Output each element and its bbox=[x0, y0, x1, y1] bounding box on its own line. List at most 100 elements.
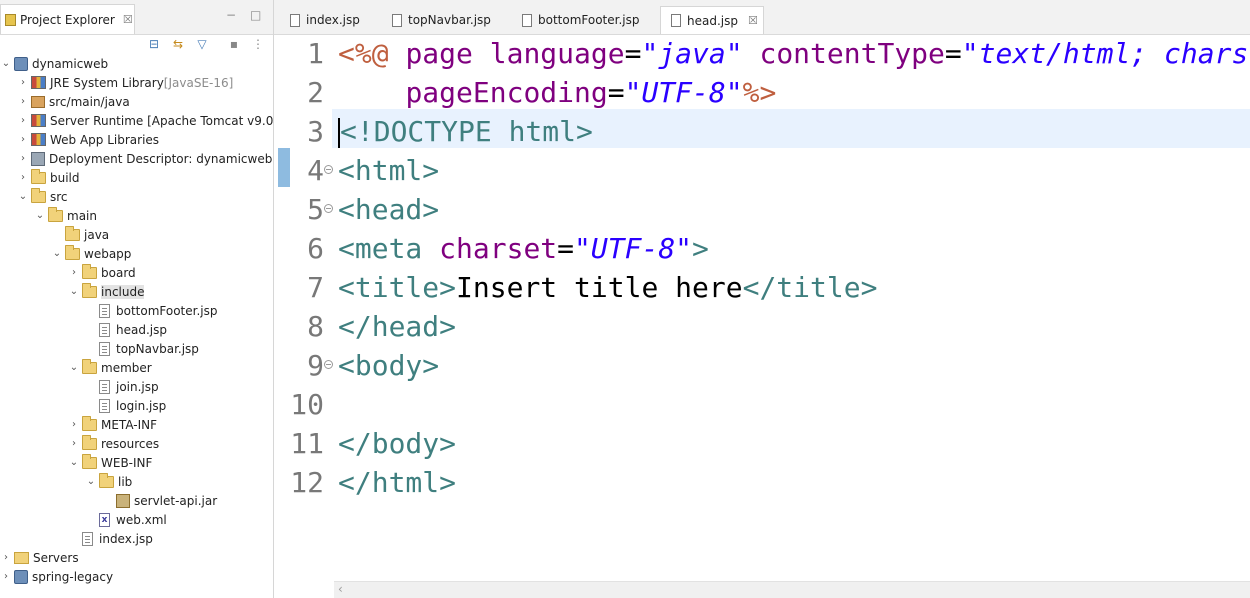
tree-item[interactable]: › JRE System Library [JavaSE-16] bbox=[17, 73, 233, 92]
folder-icon bbox=[82, 434, 97, 450]
expanded-arrow-icon[interactable]: ⌄ bbox=[0, 58, 12, 69]
tree-item-suffix: [JavaSE-16] bbox=[163, 75, 234, 90]
collapsed-arrow-icon[interactable]: › bbox=[17, 115, 29, 126]
tree-item[interactable]: ⌄ lib bbox=[85, 472, 132, 491]
tree-item[interactable]: › Server Runtime [Apache Tomcat v9.0] bbox=[17, 111, 273, 130]
maximize-icon[interactable]: □ bbox=[250, 8, 261, 22]
editor-tab-head[interactable]: head.jsp ☒ bbox=[660, 6, 764, 34]
code-line[interactable]: 6 <meta charset="UTF-8"> bbox=[274, 229, 1250, 268]
code-token: = bbox=[944, 37, 962, 70]
collapsed-arrow-icon[interactable]: › bbox=[17, 134, 29, 145]
collapse-all-icon[interactable]: ⊟ bbox=[146, 36, 162, 52]
expanded-arrow-icon[interactable]: ⌄ bbox=[51, 248, 63, 259]
fold-icon[interactable] bbox=[324, 204, 333, 213]
tree-item[interactable]: head.jsp bbox=[85, 320, 167, 339]
tree-item[interactable]: › src/main/java bbox=[17, 92, 130, 111]
fold-icon[interactable] bbox=[324, 165, 333, 174]
tree-item[interactable]: ⌄ src bbox=[17, 187, 68, 206]
expanded-arrow-icon[interactable]: ⌄ bbox=[17, 191, 29, 202]
code-line[interactable]: 2 pageEncoding="UTF-8"%> bbox=[274, 73, 1250, 112]
collapsed-arrow-icon[interactable]: › bbox=[17, 96, 29, 107]
collapsed-arrow-icon[interactable]: › bbox=[17, 172, 29, 183]
code-line[interactable]: 10 bbox=[274, 385, 1250, 424]
folder-icon bbox=[82, 453, 97, 469]
editor-tab-index[interactable]: index.jsp bbox=[280, 6, 378, 34]
fold-icon[interactable] bbox=[324, 360, 333, 369]
code-text: <title>Insert title here</title> bbox=[338, 268, 877, 307]
scroll-left-icon[interactable]: ‹ bbox=[338, 582, 343, 596]
tree-item[interactable]: › build bbox=[17, 168, 80, 187]
view-menu-icon[interactable]: ⋮ bbox=[250, 36, 266, 52]
tree-item[interactable]: ⌄ WEB-INF bbox=[68, 453, 152, 472]
tree-item[interactable]: java bbox=[51, 225, 109, 244]
project-explorer-tab[interactable]: Project Explorer ☒ bbox=[0, 4, 135, 34]
tree-item-label: lib bbox=[118, 474, 133, 489]
tree-item[interactable]: ⌄ dynamicweb bbox=[0, 54, 108, 73]
tree-item[interactable]: › resources bbox=[68, 434, 159, 453]
tree-item[interactable]: index.jsp bbox=[68, 529, 153, 548]
tree-item[interactable]: › board bbox=[68, 263, 136, 282]
tree-item[interactable]: › Web App Libraries bbox=[17, 130, 159, 149]
code-token: </title> bbox=[742, 271, 878, 304]
line-number: 3 bbox=[307, 115, 324, 148]
expanded-arrow-icon[interactable]: ⌄ bbox=[68, 362, 80, 373]
tree-item[interactable]: login.jsp bbox=[85, 396, 166, 415]
code-text: <body> bbox=[338, 346, 439, 385]
code-line[interactable]: 3 <!DOCTYPE html> bbox=[274, 112, 1250, 151]
code-line[interactable]: 1 <%@ page language="java" contentType="t… bbox=[274, 34, 1250, 73]
horizontal-scrollbar[interactable]: ‹ bbox=[334, 581, 1250, 598]
tree-item[interactable]: bottomFooter.jsp bbox=[85, 301, 218, 320]
code-token: page bbox=[405, 37, 490, 70]
tree-item[interactable]: ⌄ webapp bbox=[51, 244, 131, 263]
code-editor[interactable]: 1 <%@ page language="java" contentType="t… bbox=[274, 34, 1250, 582]
editor-tab-label: bottomFooter.jsp bbox=[538, 13, 640, 27]
tree-item[interactable]: › Deployment Descriptor: dynamicweb bbox=[17, 149, 272, 168]
collapsed-arrow-icon[interactable]: › bbox=[17, 77, 29, 88]
tree-item[interactable]: servlet-api.jar bbox=[102, 491, 217, 510]
folder-icon bbox=[82, 358, 97, 374]
tree-item[interactable]: ⌄ include bbox=[68, 282, 145, 301]
link-with-editor-icon[interactable]: ⇆ bbox=[170, 36, 186, 52]
tree-item[interactable]: › Servers bbox=[0, 548, 79, 567]
file-icon bbox=[99, 341, 110, 356]
tree-item-label: JRE System Library bbox=[50, 75, 164, 90]
code-line[interactable]: 5 <head> bbox=[274, 190, 1250, 229]
editor-tab-bottomfooter[interactable]: bottomFooter.jsp bbox=[512, 6, 658, 34]
collapsed-arrow-icon[interactable]: › bbox=[68, 419, 80, 430]
expanded-arrow-icon[interactable]: ⌄ bbox=[85, 476, 97, 487]
code-line[interactable]: 9 <body> bbox=[274, 346, 1250, 385]
collapsed-arrow-icon[interactable]: › bbox=[0, 571, 12, 582]
collapsed-arrow-icon[interactable]: › bbox=[17, 153, 29, 164]
close-icon[interactable]: ☒ bbox=[123, 13, 133, 26]
code-token: <%@ bbox=[338, 37, 406, 70]
expanded-arrow-icon[interactable]: ⌄ bbox=[34, 210, 46, 221]
tree-item[interactable]: › META-INF bbox=[68, 415, 157, 434]
tree-item[interactable]: › spring-legacy bbox=[0, 567, 113, 586]
tree-item-label: resources bbox=[101, 436, 160, 451]
minimize-icon[interactable]: − bbox=[226, 8, 236, 22]
code-line[interactable]: 4 <html> bbox=[274, 151, 1250, 190]
code-line[interactable]: 8 </head> bbox=[274, 307, 1250, 346]
filter-icon[interactable]: ▽ bbox=[194, 36, 210, 52]
collapsed-arrow-icon[interactable]: › bbox=[0, 552, 12, 563]
code-text: <meta charset="UTF-8"> bbox=[338, 229, 709, 268]
code-line[interactable]: 7 <title>Insert title here</title> bbox=[274, 268, 1250, 307]
close-icon[interactable]: ☒ bbox=[748, 14, 758, 27]
tree-item[interactable]: x web.xml bbox=[85, 510, 167, 529]
expanded-arrow-icon[interactable]: ⌄ bbox=[68, 286, 80, 297]
code-line[interactable]: 11 </body> bbox=[274, 424, 1250, 463]
line-number: 8 bbox=[307, 310, 324, 343]
tree-item[interactable]: ⌄ main bbox=[34, 206, 97, 225]
code-token: <meta bbox=[338, 232, 440, 265]
tree-item[interactable]: join.jsp bbox=[85, 377, 159, 396]
focus-icon[interactable]: ▪ bbox=[226, 36, 242, 52]
collapsed-arrow-icon[interactable]: › bbox=[68, 438, 80, 449]
collapsed-arrow-icon[interactable]: › bbox=[68, 267, 80, 278]
code-token: Insert title here bbox=[456, 271, 743, 304]
tree-item[interactable]: ⌄ member bbox=[68, 358, 152, 377]
expanded-arrow-icon[interactable]: ⌄ bbox=[68, 457, 80, 468]
jar-icon bbox=[116, 493, 130, 508]
tree-item[interactable]: topNavbar.jsp bbox=[85, 339, 199, 358]
code-line[interactable]: 12 </html> bbox=[274, 463, 1250, 502]
editor-tab-topnavbar[interactable]: topNavbar.jsp bbox=[382, 6, 508, 34]
